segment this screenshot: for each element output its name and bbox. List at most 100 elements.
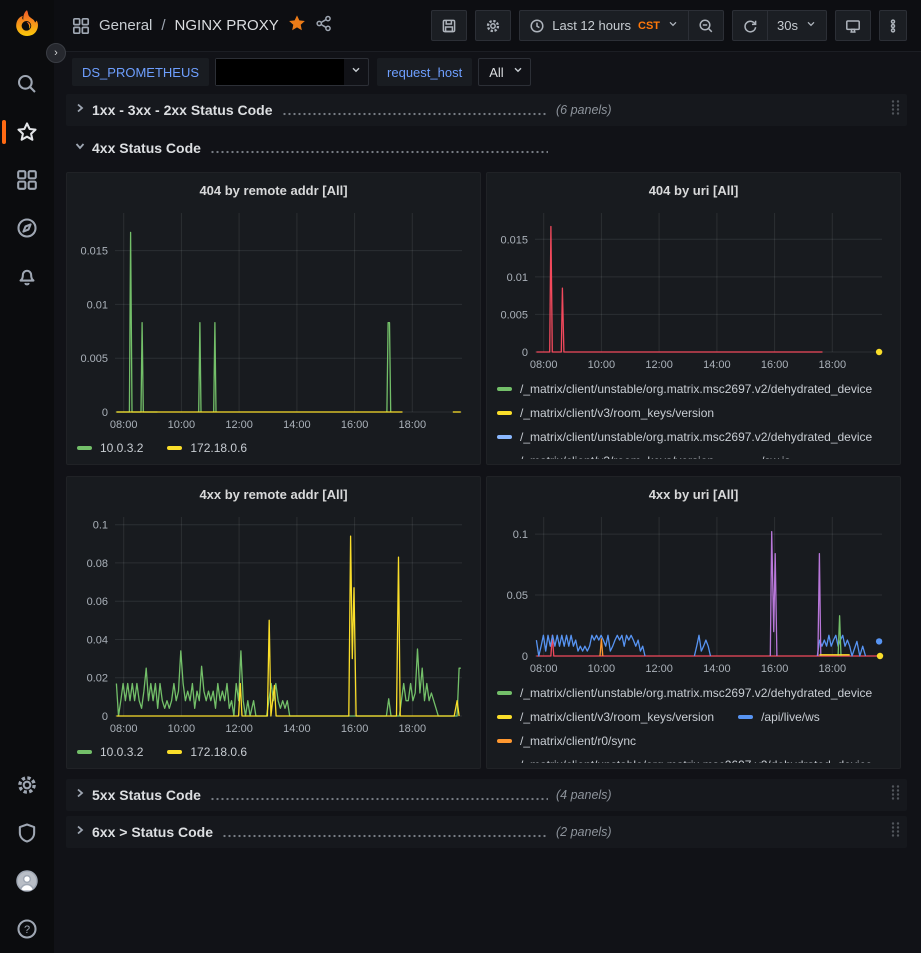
dotted-leader bbox=[210, 148, 548, 154]
panel-4xx-by-uri: 4xx by uri [All] 08:0010:0012:0014:0016:… bbox=[486, 476, 901, 769]
legend-item[interactable]: /_matrix/client/unstable/org.matrix.msc2… bbox=[497, 382, 872, 396]
row-4xx[interactable]: 4xx Status Code bbox=[66, 132, 907, 164]
legend-color-swatch bbox=[77, 446, 92, 450]
legend-item[interactable]: 10.0.3.2 bbox=[77, 441, 143, 455]
legend-item[interactable]: /_matrix/client/unstable/org.matrix.msc2… bbox=[497, 758, 872, 763]
svg-text:?: ? bbox=[24, 924, 30, 936]
legend-row: /_matrix/client/v3/room_keys/version/api… bbox=[497, 705, 890, 729]
chevron-down-icon bbox=[506, 63, 530, 81]
dashboard-settings-button[interactable] bbox=[475, 10, 511, 41]
legend-label: /_matrix/client/unstable/org.matrix.msc2… bbox=[520, 430, 872, 444]
dotted-leader bbox=[222, 832, 548, 838]
favorite-star-icon[interactable] bbox=[288, 14, 306, 37]
panel-title-bar[interactable]: 404 by remote addr [All] bbox=[77, 177, 470, 203]
variable-value-select[interactable] bbox=[215, 58, 369, 86]
share-icon[interactable] bbox=[315, 15, 332, 37]
compass-icon bbox=[16, 217, 38, 239]
row-title: 5xx Status Code bbox=[92, 787, 201, 803]
apps-grid-icon[interactable] bbox=[72, 17, 90, 35]
legend-item[interactable]: /_matrix/client/unstable/org.matrix.msc2… bbox=[497, 686, 872, 700]
row-header: 6xx > Status Code bbox=[74, 823, 556, 841]
svg-text:14:00: 14:00 bbox=[283, 419, 311, 431]
help-icon: ? bbox=[16, 918, 38, 940]
chevron-right-icon bbox=[74, 823, 92, 841]
svg-text:0.02: 0.02 bbox=[87, 673, 108, 685]
timeseries-chart[interactable]: 08:0010:0012:0014:0016:0018:0000.0050.01… bbox=[77, 203, 470, 433]
refresh-button[interactable] bbox=[732, 10, 768, 41]
sidebar-item-explore[interactable] bbox=[0, 204, 54, 252]
row-5xx[interactable]: 5xx Status Code (4 panels) bbox=[66, 779, 907, 811]
sidebar-item-server-admin[interactable] bbox=[0, 809, 54, 857]
chevron-down-icon bbox=[74, 139, 92, 157]
drag-handle-icon[interactable] bbox=[890, 821, 901, 843]
legend-item[interactable]: 172.18.0.6 bbox=[167, 745, 247, 759]
legend-label: /_matrix/client/r0/sync bbox=[520, 734, 636, 748]
main-area: General / NGINX PROXY bbox=[54, 0, 921, 953]
panel-404-by-remote-addr: 404 by remote addr [All] 08:0010:0012:00… bbox=[66, 172, 481, 465]
panel-title: 4xx by uri [All] bbox=[649, 487, 739, 502]
sidebar-item-help[interactable]: ? bbox=[0, 905, 54, 953]
svg-text:0: 0 bbox=[522, 347, 528, 359]
sidebar-expand-button[interactable]: › bbox=[46, 43, 66, 63]
panel-404-by-uri: 404 by uri [All] 08:0010:0012:0014:0016:… bbox=[486, 172, 901, 465]
drag-handle-icon[interactable] bbox=[890, 784, 901, 806]
save-dashboard-button[interactable] bbox=[431, 10, 467, 41]
cycle-view-button[interactable] bbox=[835, 10, 871, 41]
legend-label: /_matrix/client/unstable/org.matrix.msc2… bbox=[520, 686, 872, 700]
svg-text:08:00: 08:00 bbox=[110, 723, 138, 735]
dashboard-toolbar: Last 12 hours CST 30s bbox=[431, 10, 907, 41]
breadcrumb-folder[interactable]: General bbox=[99, 17, 152, 34]
legend-item[interactable]: /_matrix/client/unstable/org.matrix.msc2… bbox=[497, 430, 872, 444]
legend-item[interactable]: /_matrix/client/v3/room_keys/version bbox=[497, 406, 714, 420]
svg-text:0.05: 0.05 bbox=[507, 590, 528, 602]
variable-label[interactable]: DS_PROMETHEUS bbox=[72, 58, 209, 86]
variable-value-select[interactable]: All bbox=[478, 58, 530, 86]
legend-color-swatch bbox=[497, 691, 512, 695]
zoom-out-button[interactable] bbox=[689, 10, 724, 41]
row-1xx-3xx-2xx[interactable]: 1xx - 3xx - 2xx Status Code (6 panels) bbox=[66, 94, 907, 126]
legend-item[interactable]: /_matrix/client/v3/room_keys/version bbox=[497, 710, 714, 724]
grafana-logo-icon[interactable] bbox=[10, 8, 44, 42]
gear-icon bbox=[485, 18, 501, 34]
variable-label[interactable]: request_host bbox=[377, 58, 472, 86]
dotted-leader bbox=[210, 795, 548, 801]
chart-legend: /_matrix/client/unstable/org.matrix.msc2… bbox=[497, 677, 890, 763]
time-controls: Last 12 hours CST bbox=[519, 10, 724, 41]
navbar: General / NGINX PROXY bbox=[54, 0, 921, 52]
legend-color-swatch bbox=[497, 715, 512, 719]
sidebar-item-configuration[interactable] bbox=[0, 761, 54, 809]
legend-label: 10.0.3.2 bbox=[100, 745, 143, 759]
refresh-interval-picker[interactable]: 30s bbox=[768, 10, 827, 41]
sidebar-item-profile[interactable] bbox=[0, 857, 54, 905]
sidebar-item-search[interactable] bbox=[0, 60, 54, 108]
sidebar-item-dashboards[interactable] bbox=[0, 156, 54, 204]
star-icon bbox=[16, 121, 38, 143]
legend-item[interactable]: /api/live/ws bbox=[738, 710, 820, 724]
timeseries-chart[interactable]: 08:0010:0012:0014:0016:0018:0000.020.040… bbox=[77, 507, 470, 737]
svg-text:10:00: 10:00 bbox=[168, 723, 196, 735]
panel-title-bar[interactable]: 4xx by uri [All] bbox=[497, 481, 890, 507]
legend-item[interactable]: 172.18.0.6 bbox=[167, 441, 247, 455]
row-panel-count: (6 panels) bbox=[556, 103, 612, 117]
legend-item[interactable]: /_matrix/client/r0/sync bbox=[497, 734, 636, 748]
panel-title-bar[interactable]: 4xx by remote addr [All] bbox=[77, 481, 470, 507]
timeseries-chart[interactable]: 08:0010:0012:0014:0016:0018:0000.050.1 bbox=[497, 507, 890, 677]
svg-text:0.01: 0.01 bbox=[87, 299, 108, 311]
more-options-button[interactable] bbox=[879, 10, 907, 41]
row-6xx[interactable]: 6xx > Status Code (2 panels) bbox=[66, 816, 907, 848]
legend-item[interactable]: /sw.js bbox=[738, 454, 790, 459]
chart-legend: 10.0.3.2 172.18.0.6 bbox=[77, 737, 470, 763]
legend-item[interactable]: /_matrix/client/v3/room_keys/version bbox=[497, 454, 714, 459]
sidebar-item-starred[interactable] bbox=[0, 108, 54, 156]
breadcrumb-separator: / bbox=[161, 17, 165, 34]
panel-title: 404 by uri [All] bbox=[649, 183, 739, 198]
row-title: 4xx Status Code bbox=[92, 140, 201, 156]
timeseries-chart[interactable]: 08:0010:0012:0014:0016:0018:0000.0050.01… bbox=[497, 203, 890, 373]
legend-item[interactable]: 10.0.3.2 bbox=[77, 745, 143, 759]
time-range-picker[interactable]: Last 12 hours CST bbox=[519, 10, 689, 41]
sidebar-item-alerting[interactable] bbox=[0, 252, 54, 300]
drag-handle-icon[interactable] bbox=[890, 99, 901, 121]
variable-value: All bbox=[479, 65, 505, 80]
chevron-right-icon bbox=[74, 101, 92, 119]
panel-title-bar[interactable]: 404 by uri [All] bbox=[497, 177, 890, 203]
